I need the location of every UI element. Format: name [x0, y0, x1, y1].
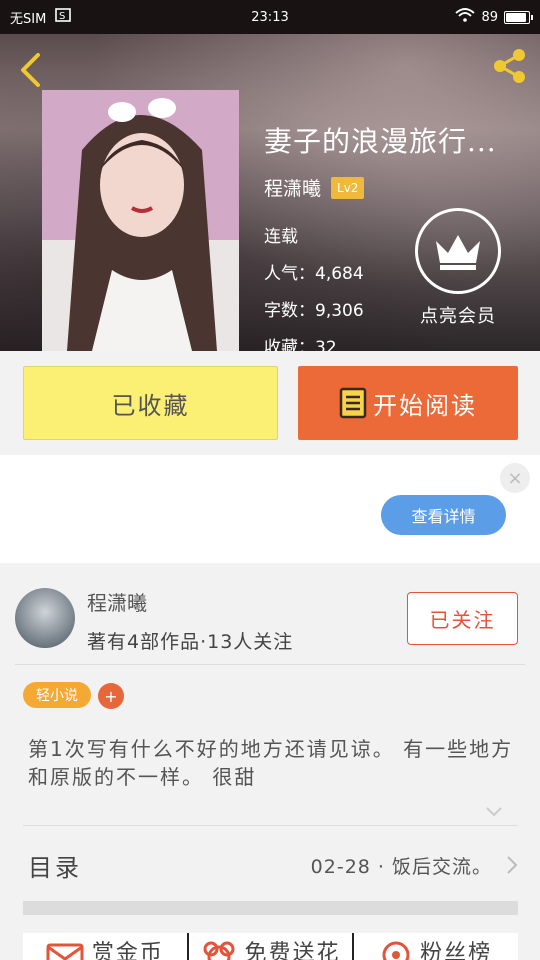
reward-coins-button[interactable]: 赏金币: [23, 933, 189, 960]
start-reading-button[interactable]: 开始阅读: [298, 366, 518, 440]
battery-icon: [504, 10, 533, 24]
vip-label: 点亮会员: [420, 306, 496, 327]
chevron-right-icon: [507, 856, 518, 874]
level-badge: Lv2: [331, 176, 365, 199]
section-separator: [23, 901, 518, 915]
bottom-actions: 赏金币 免费送花 粉丝榜: [23, 933, 518, 960]
book-author[interactable]: 程潇曦: [264, 174, 321, 201]
wifi-icon: [455, 8, 476, 26]
avatar[interactable]: [15, 588, 75, 648]
expand-description-button[interactable]: [485, 803, 503, 822]
author-name[interactable]: 程潇曦: [87, 587, 147, 616]
add-tag-button[interactable]: +: [98, 683, 124, 709]
screenshot-icon: S: [54, 7, 72, 27]
start-reading-label: 开始阅读: [373, 391, 477, 420]
book-description: 第1次写有什么不好的地方还请见谅。 有一些地方和原版的不一样。 很甜: [28, 737, 514, 789]
catalog-row[interactable]: 目录 02-28 · 饭后交流。: [23, 826, 518, 904]
popularity-stat: 人气：4,684: [264, 264, 364, 284]
svg-text:S: S: [59, 11, 65, 22]
battery-percent: 89: [481, 9, 498, 25]
status-bar: 无SIM S 23:13 89: [0, 0, 540, 34]
ad-banner: × 查看详情: [0, 455, 540, 563]
catalog-label: 目录: [28, 853, 82, 882]
genre-tag[interactable]: 轻小说: [23, 682, 91, 708]
author-section: 程潇曦 著有4部作品·13人关注 已关注 轻小说 + 第1次写有什么不好的地方还…: [0, 563, 540, 960]
send-flowers-button[interactable]: 免费送花: [189, 933, 355, 960]
book-cover[interactable]: [42, 90, 239, 351]
back-button[interactable]: [14, 50, 46, 90]
ranking-icon: [382, 941, 410, 960]
view-details-button[interactable]: 查看详情: [381, 495, 506, 535]
carrier-text: 无SIM: [10, 11, 47, 27]
cover-photo: [42, 90, 239, 351]
share-icon: [494, 49, 525, 83]
word-count-stat: 字数：9,306: [264, 301, 364, 321]
vip-button[interactable]: 点亮会员: [413, 208, 503, 328]
share-button[interactable]: [490, 46, 530, 86]
chevron-left-icon: [21, 53, 40, 87]
action-bar: 已收藏 开始阅读: [0, 351, 540, 455]
book-header: 妻子的浪漫旅行... 程潇曦 Lv2 连载 人气：4,684 字数：9,306 …: [0, 34, 540, 351]
crown-icon: [436, 235, 480, 270]
latest-chapter: 02-28 · 饭后交流。: [310, 855, 492, 878]
close-ad-button[interactable]: ×: [500, 463, 530, 493]
flower-icon: [203, 941, 234, 960]
chevron-down-icon: [486, 807, 502, 817]
book-status: 连载: [264, 227, 298, 247]
book-title: 妻子的浪漫旅行...: [264, 125, 497, 158]
author-stats: 著有4部作品·13人关注: [87, 631, 294, 653]
favorites-stat: 收藏：32: [264, 338, 337, 351]
divider: [15, 664, 525, 665]
book-icon: [339, 387, 367, 419]
envelope-icon: [46, 943, 84, 960]
fan-ranking-button[interactable]: 粉丝榜: [354, 933, 518, 960]
collected-button[interactable]: 已收藏: [23, 366, 278, 440]
followed-button[interactable]: 已关注: [407, 592, 518, 645]
